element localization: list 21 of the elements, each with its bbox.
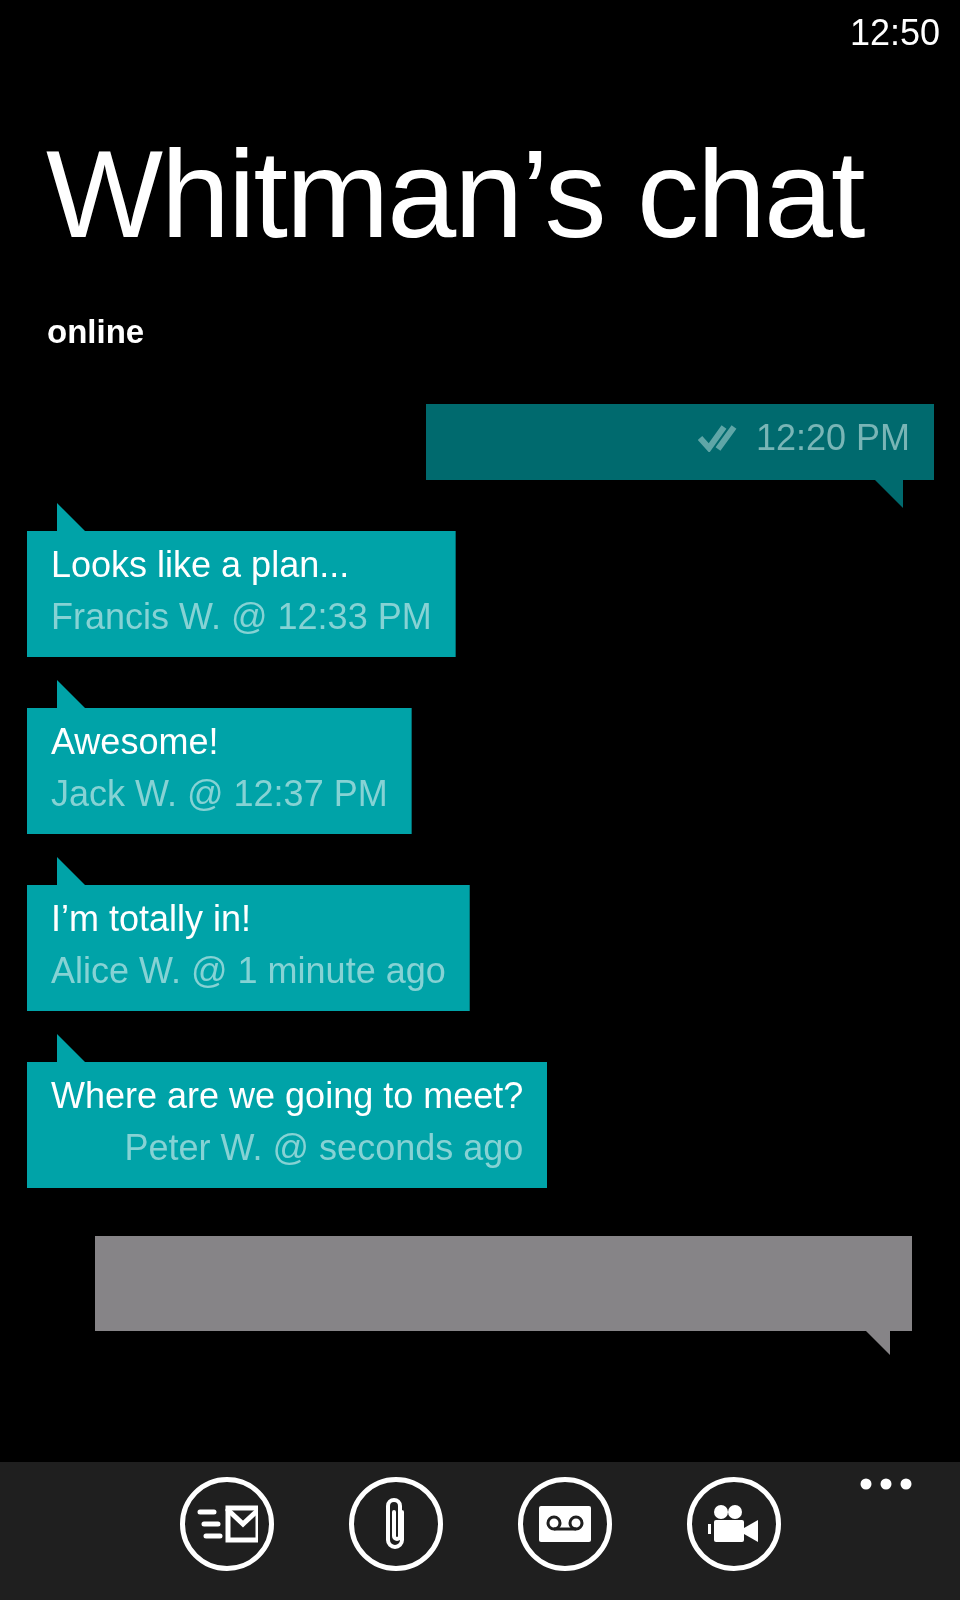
message-text: Looks like a plan... <box>51 543 350 587</box>
voice-note-button[interactable] <box>517 1477 612 1571</box>
video-button[interactable] <box>686 1477 781 1571</box>
message-meta: Francis W. @ 12:33 PM <box>51 595 432 639</box>
send-button[interactable] <box>179 1477 274 1571</box>
message-text: Awesome! <box>51 720 219 764</box>
presence-status: online <box>47 312 146 352</box>
envelope-icon <box>195 1504 258 1544</box>
video-camera-icon <box>707 1504 760 1544</box>
message-meta: Jack W. @ 12:37 PM <box>51 772 388 816</box>
message-meta: Alice W. @ 1 minute ago <box>51 949 446 993</box>
message-text: I’m totally in! <box>51 897 252 941</box>
message-input[interactable] <box>95 1236 912 1355</box>
message-meta: Peter W. @ seconds ago <box>124 1126 524 1170</box>
attach-button[interactable] <box>348 1477 443 1571</box>
more-icon[interactable] <box>860 1478 912 1490</box>
cassette-icon <box>538 1506 591 1542</box>
chat-title: Whitman’s chat <box>46 124 866 264</box>
message-meta: 12:20 PM <box>755 416 910 460</box>
message-text: Where are we going to meet? <box>51 1074 524 1118</box>
clock-time: 12:50 <box>849 12 940 54</box>
